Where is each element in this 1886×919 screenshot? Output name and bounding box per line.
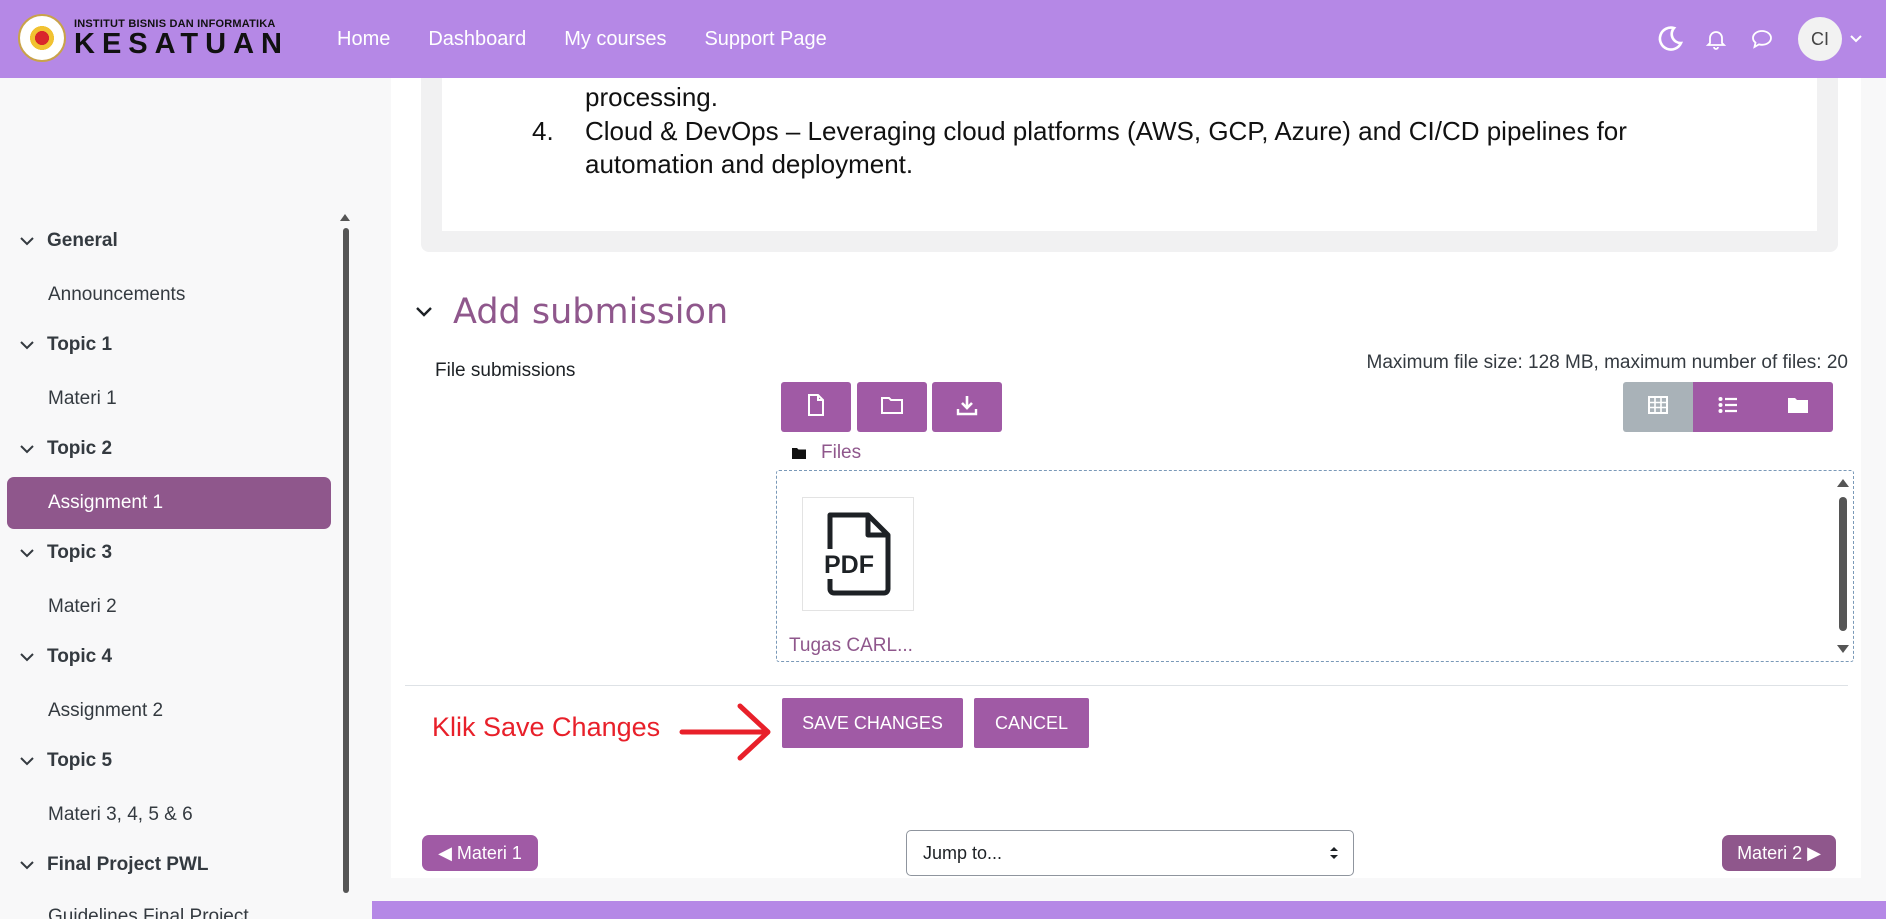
chevron-down-icon (20, 444, 36, 454)
user-avatar[interactable]: CI (1798, 17, 1842, 61)
sidebar-scrollbar-thumb[interactable] (343, 228, 349, 893)
chevron-down-icon (20, 756, 36, 766)
form-divider (405, 685, 1848, 686)
save-changes-button[interactable]: SAVE CHANGES (782, 698, 963, 748)
assignment-document-preview: processing. 4. Cloud & DevOps – Leveragi… (421, 78, 1838, 252)
file-area-scroll-up-arrow[interactable] (1837, 479, 1849, 487)
section-title: Topic 5 (47, 750, 113, 771)
document-text-line: processing. (585, 82, 718, 112)
list-icon (1718, 396, 1738, 419)
add-file-button[interactable] (781, 382, 851, 432)
view-details-button[interactable] (1693, 382, 1763, 432)
institution-logo (18, 14, 66, 62)
nav-dashboard[interactable]: Dashboard (428, 28, 526, 51)
section-title: Topic 3 (47, 542, 113, 563)
section-topic-2[interactable]: Topic 2 (20, 438, 112, 460)
primary-navigation: Home Dashboard My courses Support Page (337, 0, 865, 78)
nav-home[interactable]: Home (337, 28, 390, 51)
top-navbar: INSTITUT BISNIS DAN INFORMATIKA KESATUAN… (0, 0, 1886, 78)
sidebar-item-materi-3-6[interactable]: Materi 3, 4, 5 & 6 (48, 804, 193, 826)
section-general[interactable]: General (20, 230, 118, 252)
section-title: Topic 2 (47, 438, 113, 459)
pdf-file-icon: PDF (820, 512, 891, 596)
max-file-size-info: Maximum file size: 128 MB, maximum numbe… (1366, 352, 1849, 373)
section-title: General (47, 230, 118, 251)
previous-activity-link[interactable]: ◀ Materi 1 (422, 835, 538, 871)
section-final-project[interactable]: Final Project PWL (20, 854, 209, 876)
sidebar-item-materi-2[interactable]: Materi 2 (48, 596, 117, 618)
footer-bar (372, 901, 1886, 919)
chevron-down-icon (20, 860, 36, 870)
files-breadcrumb[interactable]: Files (791, 442, 861, 464)
next-activity-link[interactable]: Materi 2 ▶ (1722, 835, 1836, 871)
dark-mode-moon-icon[interactable] (1654, 23, 1686, 55)
section-topic-1[interactable]: Topic 1 (20, 334, 112, 356)
uploaded-file-name[interactable]: Tugas CARL... (789, 635, 913, 657)
add-submission-heading[interactable]: Add submission (415, 292, 728, 332)
sidebar-item-announcements[interactable]: Announcements (48, 284, 185, 306)
document-list-number: 4. (532, 116, 554, 146)
file-area-scrollbar-thumb[interactable] (1839, 497, 1847, 631)
instruction-annotation: Klik Save Changes (432, 712, 661, 742)
download-all-button[interactable] (932, 382, 1002, 432)
section-title: Final Project PWL (47, 854, 209, 875)
file-icon (807, 393, 825, 421)
sidebar-item-assignment-2[interactable]: Assignment 2 (48, 700, 163, 722)
notifications-bell-icon[interactable] (1700, 23, 1732, 55)
brand-title: KESATUAN (74, 28, 289, 60)
nav-support-page[interactable]: Support Page (704, 28, 826, 51)
jump-to-select[interactable]: Jump to... (906, 830, 1354, 876)
files-breadcrumb-label: Files (821, 442, 862, 463)
pdf-label: PDF (824, 551, 874, 579)
section-topic-3[interactable]: Topic 3 (20, 542, 112, 564)
view-icons-button[interactable] (1623, 382, 1693, 432)
uploaded-file-thumbnail[interactable]: PDF (802, 497, 914, 611)
folder-icon (791, 447, 807, 460)
sidebar-scroll-up-arrow[interactable] (340, 214, 350, 221)
folder-icon (881, 396, 903, 419)
chevron-down-icon (20, 236, 36, 246)
main-content: processing. 4. Cloud & DevOps – Leveragi… (391, 78, 1861, 878)
document-page: processing. 4. Cloud & DevOps – Leveragi… (442, 78, 1817, 231)
sidebar-item-assignment-1[interactable]: Assignment 1 (7, 477, 331, 529)
jump-to-value: Jump to... (923, 842, 1003, 863)
section-heading: Add submission (453, 292, 729, 332)
sidebar-item-materi-1[interactable]: Materi 1 (48, 388, 117, 410)
sidebar-item-guidelines-final-project[interactable]: Guidelines Final Project (48, 906, 249, 919)
file-submissions-label: File submissions (435, 360, 576, 381)
red-arrow-annotation (679, 703, 771, 761)
folder-icon (1787, 396, 1809, 419)
file-drop-area[interactable]: PDF Tugas CARL... (776, 470, 1854, 662)
view-tree-button[interactable] (1763, 382, 1833, 432)
chevron-down-icon (20, 340, 36, 350)
cancel-button[interactable]: CANCEL (974, 698, 1089, 748)
section-title: Topic 4 (47, 646, 113, 667)
user-menu-chevron-down-icon[interactable] (1842, 34, 1870, 44)
chevron-down-icon (20, 652, 36, 662)
section-title: Topic 1 (47, 334, 113, 355)
download-icon (956, 394, 978, 421)
chevron-down-icon (20, 548, 36, 558)
grid-icon (1648, 395, 1668, 419)
file-area-scroll-down-arrow[interactable] (1837, 645, 1849, 653)
file-view-toggle (1623, 382, 1833, 432)
course-index-drawer: General Announcements Topic 1 Materi 1 T… (0, 78, 355, 919)
brand-logo-link[interactable]: INSTITUT BISNIS DAN INFORMATIKA KESATUAN (18, 14, 289, 62)
select-sort-icon (1329, 845, 1339, 866)
create-folder-button[interactable] (857, 382, 927, 432)
document-text-line: Cloud & DevOps – Leveraging cloud platfo… (585, 116, 1627, 146)
messages-chat-icon[interactable] (1746, 23, 1778, 55)
chevron-down-icon (415, 306, 435, 318)
section-topic-4[interactable]: Topic 4 (20, 646, 112, 668)
document-text-line: automation and deployment. (585, 149, 914, 179)
nav-my-courses[interactable]: My courses (564, 28, 666, 51)
section-topic-5[interactable]: Topic 5 (20, 750, 112, 772)
